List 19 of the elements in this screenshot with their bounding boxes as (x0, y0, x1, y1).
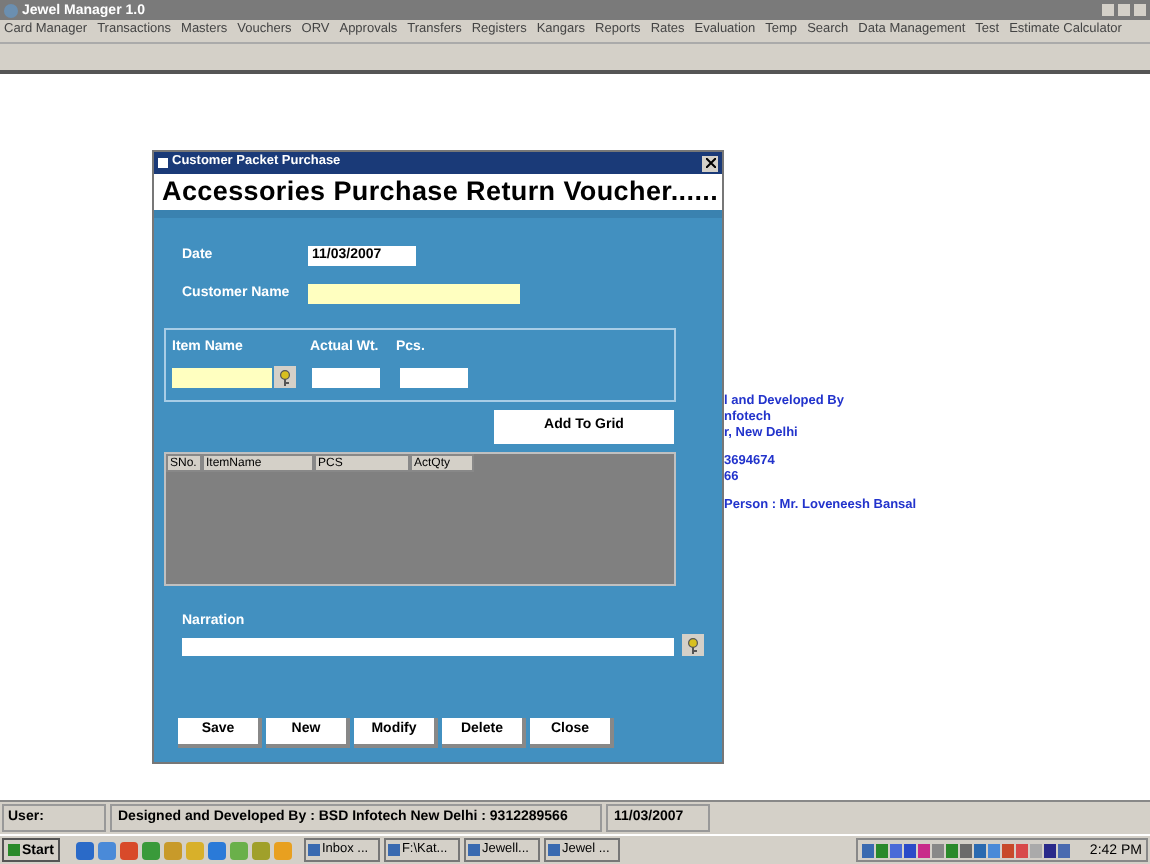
key-icon (278, 369, 292, 385)
window-icon (387, 844, 400, 856)
app-icon (158, 158, 168, 168)
customer-name-field[interactable] (308, 284, 520, 304)
window-icon (547, 844, 560, 856)
key-icon (686, 637, 700, 653)
lookup-button[interactable] (274, 366, 296, 388)
close-icon (705, 158, 715, 168)
window-icon (307, 844, 320, 856)
actual-weight-field[interactable] (312, 368, 380, 388)
lookup-button[interactable] (682, 634, 704, 656)
item-name-field[interactable] (172, 368, 272, 388)
close-button[interactable] (702, 155, 718, 171)
narration-field[interactable] (182, 638, 674, 656)
app-icon (4, 3, 18, 17)
windows-logo-icon (8, 844, 20, 856)
window-icon (467, 844, 480, 856)
pcs-field[interactable] (400, 368, 468, 388)
voucher-heading: Accessories Purchase Return Voucher...... (162, 178, 719, 206)
